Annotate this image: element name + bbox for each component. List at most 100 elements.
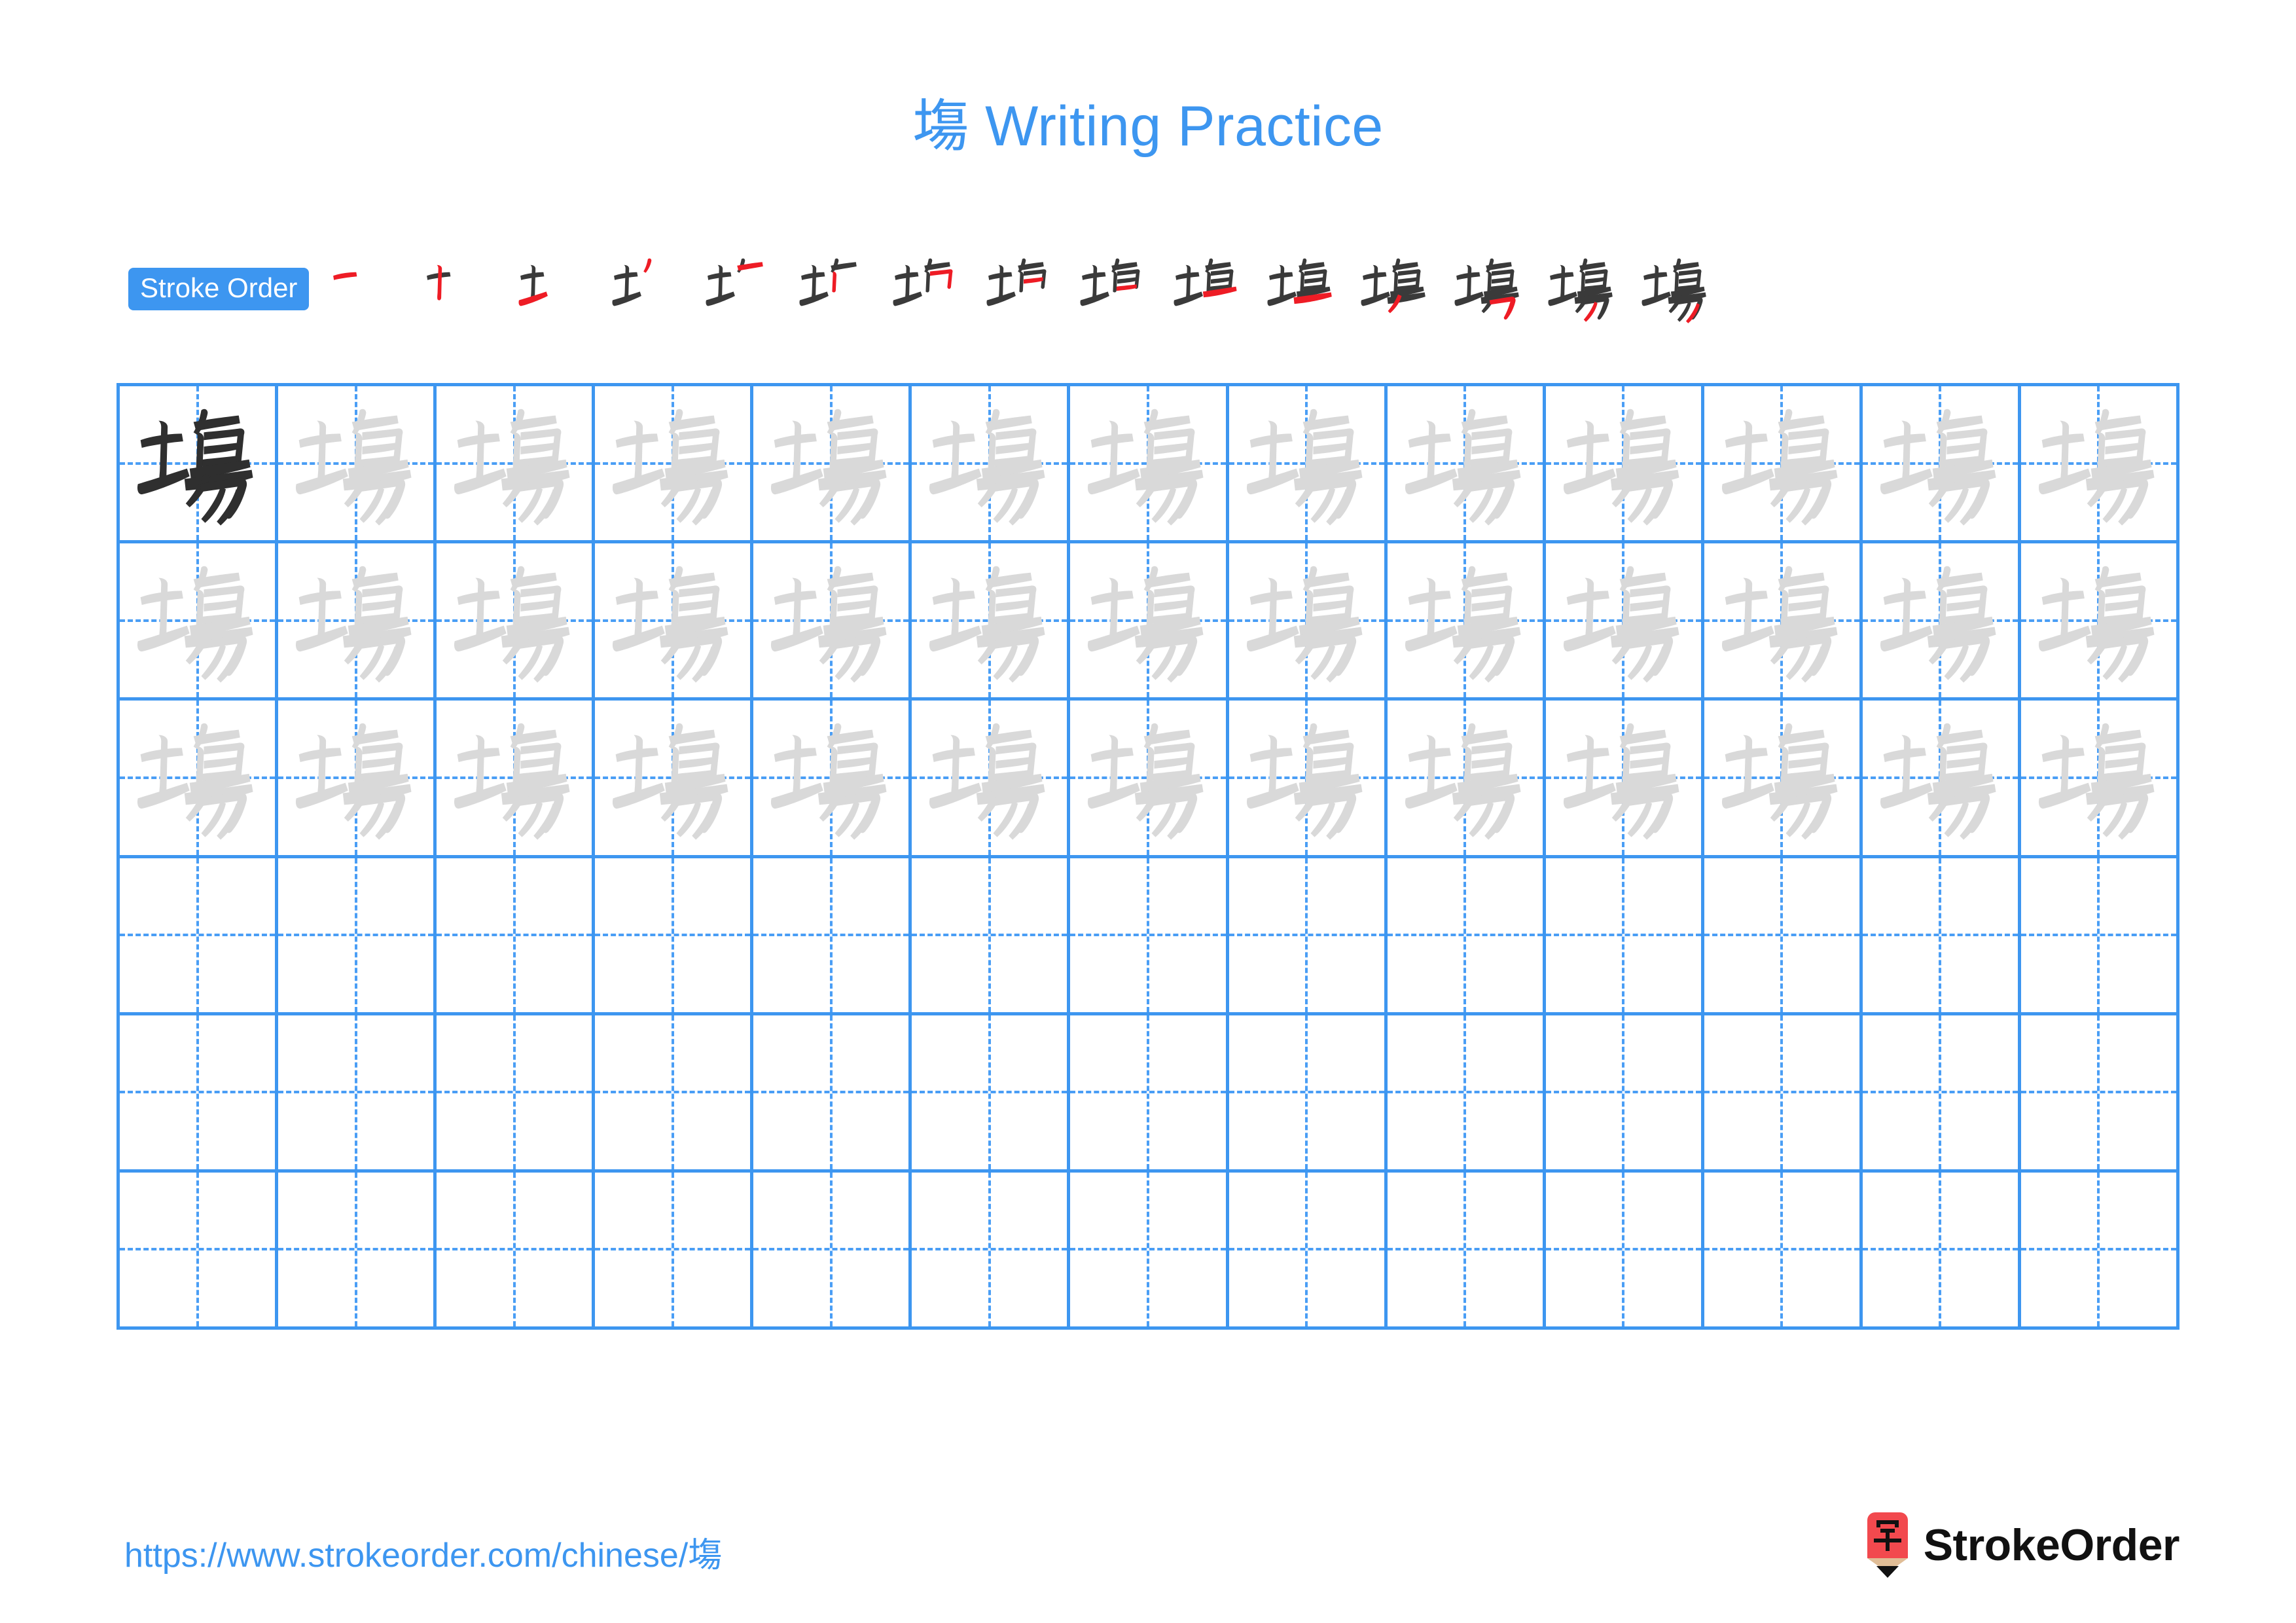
practice-cell-r5c1[interactable] — [120, 1015, 279, 1173]
practice-cell-r4c12[interactable] — [1862, 858, 2021, 1015]
practice-row-2 — [120, 543, 2180, 701]
practice-cell-r1c8[interactable] — [1229, 386, 1388, 544]
practice-cell-r4c11[interactable] — [1704, 858, 1863, 1015]
practice-cell-r2c7[interactable] — [1070, 543, 1229, 701]
practice-cell-r6c4[interactable] — [595, 1172, 754, 1330]
practice-cell-r5c4[interactable] — [595, 1015, 754, 1173]
practice-cell-r4c1[interactable] — [120, 858, 279, 1015]
practice-cell-r2c9[interactable] — [1387, 543, 1546, 701]
practice-cell-r4c9[interactable] — [1387, 858, 1546, 1015]
practice-cell-r3c1[interactable] — [120, 701, 279, 858]
practice-cell-r1c9[interactable] — [1387, 386, 1546, 544]
trace-character — [2021, 386, 2176, 540]
practice-cell-r1c6[interactable] — [912, 386, 1071, 544]
trace-character — [2021, 543, 2176, 697]
practice-cell-r5c7[interactable] — [1070, 1015, 1229, 1173]
practice-cell-r5c11[interactable] — [1704, 1015, 1863, 1173]
practice-cell-r6c6[interactable] — [912, 1172, 1071, 1330]
practice-cell-r2c10[interactable] — [1545, 543, 1704, 701]
practice-cell-r5c6[interactable] — [912, 1015, 1071, 1173]
practice-cell-r4c13[interactable] — [2020, 858, 2180, 1015]
stroke-step-6 — [786, 253, 880, 325]
practice-cell-r5c10[interactable] — [1545, 1015, 1704, 1173]
practice-cell-r3c13[interactable] — [2020, 701, 2180, 858]
practice-cell-r3c8[interactable] — [1229, 701, 1388, 858]
practice-cell-r6c2[interactable] — [278, 1172, 437, 1330]
practice-cell-r5c8[interactable] — [1229, 1015, 1388, 1173]
practice-cell-r4c7[interactable] — [1070, 858, 1229, 1015]
practice-cell-r3c6[interactable] — [912, 701, 1071, 858]
practice-cell-r1c5[interactable] — [753, 386, 912, 544]
page-header: 塲 Writing Practice — [0, 98, 2296, 155]
practice-cell-r5c13[interactable] — [2020, 1015, 2180, 1173]
practice-cell-r6c5[interactable] — [753, 1172, 912, 1330]
practice-cell-r3c4[interactable] — [595, 701, 754, 858]
practice-cell-r3c9[interactable] — [1387, 701, 1546, 858]
practice-cell-r3c7[interactable] — [1070, 701, 1229, 858]
stroke-step-12 — [1348, 253, 1441, 325]
page-title: 塲 Writing Practice — [912, 95, 1384, 158]
practice-cell-r2c8[interactable] — [1229, 543, 1388, 701]
practice-cell-r4c3[interactable] — [437, 858, 596, 1015]
practice-cell-r4c5[interactable] — [753, 858, 912, 1015]
practice-cell-r2c13[interactable] — [2020, 543, 2180, 701]
practice-cell-r3c2[interactable] — [278, 701, 437, 858]
practice-cell-r4c2[interactable] — [278, 858, 437, 1015]
practice-cell-r1c2[interactable] — [278, 386, 437, 544]
practice-cell-r2c1[interactable] — [120, 543, 279, 701]
practice-cell-r1c4[interactable] — [595, 386, 754, 544]
practice-cell-r2c4[interactable] — [595, 543, 754, 701]
practice-cell-r1c7[interactable] — [1070, 386, 1229, 544]
model-character — [120, 386, 275, 540]
practice-cell-r3c3[interactable] — [437, 701, 596, 858]
practice-cell-r5c5[interactable] — [753, 1015, 912, 1173]
trace-character — [1546, 701, 1701, 854]
practice-cell-r6c9[interactable] — [1387, 1172, 1546, 1330]
stroke-step-1 — [318, 253, 412, 325]
trace-character — [1388, 386, 1543, 540]
practice-cell-r1c1[interactable] — [120, 386, 279, 544]
practice-cell-r4c10[interactable] — [1545, 858, 1704, 1015]
practice-cell-r1c11[interactable] — [1704, 386, 1863, 544]
practice-cell-r2c12[interactable] — [1862, 543, 2021, 701]
practice-cell-r6c12[interactable] — [1862, 1172, 2021, 1330]
footer-url[interactable]: https://www.strokeorder.com/chinese/塲 — [124, 1527, 722, 1577]
practice-row-3 — [120, 701, 2180, 858]
practice-cell-r6c3[interactable] — [437, 1172, 596, 1330]
practice-cell-r3c10[interactable] — [1545, 701, 1704, 858]
practice-cell-r6c13[interactable] — [2020, 1172, 2180, 1330]
practice-cell-r6c11[interactable] — [1704, 1172, 1863, 1330]
practice-cell-r5c12[interactable] — [1862, 1015, 2021, 1173]
practice-cell-r1c3[interactable] — [437, 386, 596, 544]
practice-cell-r4c4[interactable] — [595, 858, 754, 1015]
practice-cell-r3c12[interactable] — [1862, 701, 2021, 858]
practice-cell-r1c10[interactable] — [1545, 386, 1704, 544]
trace-character — [278, 386, 433, 540]
practice-cell-r3c5[interactable] — [753, 701, 912, 858]
practice-cell-r5c9[interactable] — [1387, 1015, 1546, 1173]
stroke-step-7 — [880, 253, 973, 325]
practice-cell-r4c6[interactable] — [912, 858, 1071, 1015]
practice-cell-r2c11[interactable] — [1704, 543, 1863, 701]
trace-character — [912, 543, 1067, 697]
practice-cell-r3c11[interactable] — [1704, 701, 1863, 858]
practice-cell-r1c13[interactable] — [2020, 386, 2180, 544]
practice-cell-r2c3[interactable] — [437, 543, 596, 701]
practice-cell-r2c6[interactable] — [912, 543, 1071, 701]
stroke-step-8 — [973, 253, 1067, 325]
practice-cell-r6c7[interactable] — [1070, 1172, 1229, 1330]
stroke-step-5 — [692, 253, 786, 325]
stroke-step-4 — [599, 253, 692, 325]
trace-character — [753, 386, 908, 540]
practice-cell-r5c3[interactable] — [437, 1015, 596, 1173]
practice-cell-r6c10[interactable] — [1545, 1172, 1704, 1330]
trace-character — [1229, 701, 1384, 854]
practice-cell-r2c2[interactable] — [278, 543, 437, 701]
practice-cell-r2c5[interactable] — [753, 543, 912, 701]
practice-cell-r1c12[interactable] — [1862, 386, 2021, 544]
practice-cell-r5c2[interactable] — [278, 1015, 437, 1173]
practice-cell-r6c8[interactable] — [1229, 1172, 1388, 1330]
practice-cell-r6c1[interactable] — [120, 1172, 279, 1330]
trace-character — [1070, 386, 1225, 540]
practice-cell-r4c8[interactable] — [1229, 858, 1388, 1015]
